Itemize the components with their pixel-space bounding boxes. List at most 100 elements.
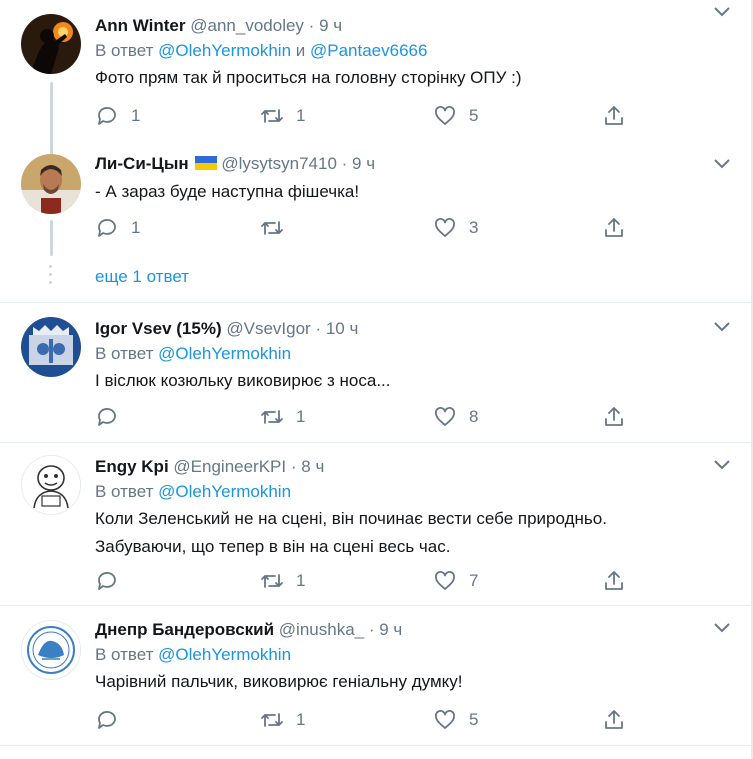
tweet-li-si-tsyn[interactable]: Ли-Си-Цын @lysytsyn7410 · 9 ч - А зараз … bbox=[0, 148, 751, 258]
mention-link[interactable]: @Pantaev6666 bbox=[310, 41, 427, 60]
separator-dot: · bbox=[290, 457, 297, 476]
chevron-down-icon[interactable] bbox=[713, 6, 731, 18]
timestamp[interactable]: 9 ч bbox=[319, 16, 342, 35]
author-handle[interactable]: @EngineerKPI bbox=[173, 457, 286, 476]
like-count: 3 bbox=[469, 218, 479, 237]
separator-dot: · bbox=[308, 16, 315, 35]
avatar[interactable] bbox=[21, 14, 81, 74]
reply-context: В ответ @OlehYermokhin bbox=[95, 341, 731, 367]
share-icon bbox=[605, 218, 623, 237]
tweet-ann-winter[interactable]: Ann Winter @ann_vodoley · 9 ч В ответ @O… bbox=[0, 0, 751, 160]
author-handle[interactable]: @inushka_ bbox=[279, 620, 364, 639]
tweet-text-line: Коли Зеленський не на сцені, він починає… bbox=[95, 509, 607, 528]
reply-prefix: В ответ bbox=[95, 645, 159, 664]
like-button[interactable]: 5 bbox=[433, 104, 478, 128]
chevron-down-icon[interactable] bbox=[713, 459, 731, 471]
share-icon bbox=[605, 407, 623, 426]
like-button[interactable]: 7 bbox=[433, 569, 478, 593]
like-count: 5 bbox=[469, 106, 479, 125]
replies-feed: Ann Winter @ann_vodoley · 9 ч В ответ @O… bbox=[0, 0, 753, 759]
timestamp[interactable]: 9 ч bbox=[379, 620, 402, 639]
mention-link[interactable]: @OlehYermokhin bbox=[158, 645, 291, 664]
reply-button[interactable] bbox=[95, 569, 131, 593]
retweet-count: 1 bbox=[296, 106, 306, 125]
reply-icon bbox=[98, 572, 116, 590]
tweet-dnepr-banderovsky[interactable]: Днепр Бандеровский @inushka_ · 9 ч В отв… bbox=[0, 606, 751, 744]
avatar[interactable] bbox=[21, 620, 81, 680]
retweet-count: 1 bbox=[296, 710, 306, 729]
reply-context: В ответ @OlehYermokhin и @Pantaev6666 bbox=[95, 38, 731, 64]
like-count: 5 bbox=[469, 710, 479, 729]
author-name[interactable]: Ann Winter bbox=[95, 16, 186, 35]
retweet-icon bbox=[261, 221, 283, 235]
chevron-down-icon[interactable] bbox=[713, 321, 731, 333]
like-button[interactable]: 8 bbox=[433, 405, 478, 429]
reply-context: В ответ @OlehYermokhin bbox=[95, 642, 731, 668]
like-icon bbox=[435, 106, 455, 125]
tweet-engy-kpi[interactable]: Engy Kpi @EngineerKPI · 8 ч В ответ @Ole… bbox=[0, 443, 751, 605]
chevron-down-icon[interactable] bbox=[713, 622, 731, 634]
divider bbox=[0, 745, 751, 746]
reply-button[interactable] bbox=[95, 405, 131, 429]
reply-button[interactable]: 1 bbox=[95, 104, 140, 128]
tweet-text: Фото прям так й проситься на головну сто… bbox=[95, 68, 522, 87]
mention-link[interactable]: @OlehYermokhin bbox=[158, 41, 291, 60]
reply-icon bbox=[98, 711, 116, 729]
like-button[interactable]: 5 bbox=[433, 708, 478, 732]
retweet-button[interactable]: 1 bbox=[260, 405, 305, 429]
like-icon bbox=[435, 710, 455, 729]
reply-icon bbox=[98, 408, 116, 426]
retweet-button[interactable]: 1 bbox=[260, 569, 305, 593]
share-button[interactable] bbox=[602, 216, 626, 240]
retweet-button[interactable]: 1 bbox=[260, 708, 305, 732]
reply-prefix: В ответ bbox=[95, 344, 159, 363]
share-button[interactable] bbox=[602, 405, 626, 429]
retweet-icon bbox=[261, 109, 283, 123]
retweet-button[interactable]: 1 bbox=[260, 104, 305, 128]
retweet-icon bbox=[261, 713, 283, 727]
like-count: 8 bbox=[469, 407, 479, 426]
author-name[interactable]: Днепр Бандеровский bbox=[95, 620, 274, 639]
separator-dot: · bbox=[368, 620, 375, 639]
author-handle[interactable]: @VsevIgor bbox=[226, 319, 310, 338]
timestamp[interactable]: 9 ч bbox=[352, 154, 375, 173]
tweet-text: І віслюк козюльку виковирює з носа... bbox=[95, 371, 391, 390]
show-more-replies-link[interactable]: еще 1 ответ bbox=[95, 267, 189, 287]
share-button[interactable] bbox=[602, 104, 626, 128]
reply-prefix: В ответ bbox=[95, 41, 159, 60]
timestamp[interactable]: 10 ч bbox=[326, 319, 359, 338]
thread-dots bbox=[49, 265, 53, 289]
share-button[interactable] bbox=[602, 569, 626, 593]
reply-button[interactable] bbox=[95, 708, 131, 732]
tweet-igor-vsev[interactable]: Igor Vsev (15%) @VsevIgor · 10 ч В ответ… bbox=[0, 303, 751, 443]
author-name[interactable]: Ли-Си-Цын bbox=[95, 154, 189, 173]
share-button[interactable] bbox=[602, 708, 626, 732]
share-icon bbox=[605, 106, 623, 125]
thread-line bbox=[50, 220, 53, 256]
tweet-text: - А зараз буде наступна фішечка! bbox=[95, 182, 360, 201]
reply-prefix: В ответ bbox=[95, 482, 159, 501]
avatar[interactable] bbox=[21, 455, 81, 515]
reply-button[interactable]: 1 bbox=[95, 216, 140, 240]
mention-link[interactable]: @OlehYermokhin bbox=[158, 344, 291, 363]
like-button[interactable]: 3 bbox=[433, 216, 478, 240]
tweet-text: Чарівний пальчик, виковирює геніальну ду… bbox=[95, 672, 463, 691]
author-handle[interactable]: @ann_vodoley bbox=[190, 16, 304, 35]
author-name[interactable]: Igor Vsev (15%) bbox=[95, 319, 222, 338]
share-icon bbox=[605, 710, 623, 729]
author-name[interactable]: Engy Kpi bbox=[95, 457, 169, 476]
timestamp[interactable]: 8 ч bbox=[301, 457, 324, 476]
like-count: 7 bbox=[469, 571, 479, 590]
avatar[interactable] bbox=[21, 317, 81, 377]
retweet-button[interactable] bbox=[260, 216, 296, 240]
chevron-down-icon[interactable] bbox=[713, 158, 731, 170]
reply-count: 1 bbox=[131, 106, 141, 125]
retweet-icon bbox=[261, 574, 283, 588]
tweet-text-line: Забуваючи, що тепер в він на сцені весь … bbox=[95, 537, 451, 556]
reply-count: 1 bbox=[131, 218, 141, 237]
mention-link[interactable]: @OlehYermokhin bbox=[158, 482, 291, 501]
avatar[interactable] bbox=[21, 154, 81, 214]
like-icon bbox=[435, 218, 455, 237]
ukraine-flag-icon bbox=[194, 156, 217, 170]
author-handle[interactable]: @lysytsyn7410 bbox=[221, 154, 337, 173]
